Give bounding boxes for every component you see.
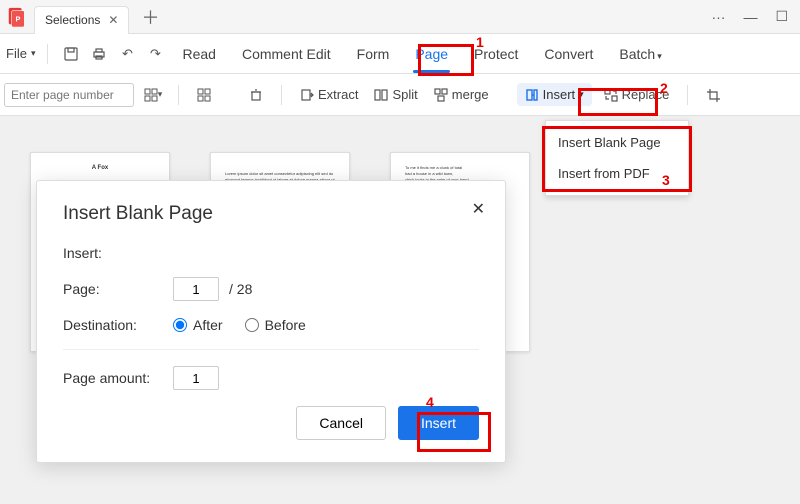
after-label: After: [193, 317, 223, 333]
annotation-label-1: 1: [476, 34, 484, 50]
thumb-title: A Fox: [45, 165, 155, 171]
radio-after-input[interactable]: [173, 318, 187, 332]
dialog-close-icon[interactable]: ✕: [472, 199, 485, 219]
dialog-title: Insert Blank Page: [63, 203, 479, 225]
save-icon[interactable]: [60, 43, 82, 65]
menu-bar: File▾ ↶ ↷ Read Comment Edit Form Page Pr…: [0, 34, 800, 74]
radio-after[interactable]: After: [173, 317, 223, 333]
maximize-icon[interactable]: ☐: [775, 8, 788, 25]
tab-label: Selections: [45, 13, 100, 27]
menu-comment-edit[interactable]: Comment Edit: [232, 42, 341, 66]
tab-selections[interactable]: Selections ✕: [34, 6, 129, 34]
before-label: Before: [265, 317, 306, 333]
grid-icon[interactable]: [193, 84, 215, 106]
split-button[interactable]: Split: [370, 85, 421, 104]
extract-button[interactable]: Extract: [296, 85, 362, 104]
batch-label: Batch: [619, 46, 655, 62]
page-toolbar: ▾ Extract Split merge Insert▾ Replace: [0, 74, 800, 116]
menu-protect[interactable]: Protect: [464, 42, 528, 66]
work-area: A Fox Lorem ipsum dolor sit amet consect…: [0, 116, 800, 504]
redo-icon[interactable]: ↷: [144, 43, 166, 65]
divider: [63, 349, 479, 350]
merge-label: merge: [452, 87, 489, 102]
annotation-label-3: 3: [662, 172, 670, 188]
separator: [178, 85, 179, 105]
undo-icon[interactable]: ↶: [116, 43, 138, 65]
insert-confirm-button[interactable]: Insert: [398, 406, 479, 440]
window-controls: ··· — ☐: [711, 8, 788, 25]
insert-blank-page-dialog: Insert Blank Page ✕ Insert: Page: / 28 D…: [36, 180, 506, 463]
svg-text:P: P: [15, 14, 20, 23]
amount-input[interactable]: [173, 366, 219, 390]
page-number-input[interactable]: [4, 83, 134, 107]
annotation-label-4: 4: [426, 394, 434, 410]
split-label: Split: [392, 87, 417, 102]
separator: [687, 85, 688, 105]
page-total: / 28: [229, 281, 252, 297]
more-icon[interactable]: ···: [711, 9, 725, 25]
delete-icon[interactable]: [245, 84, 267, 106]
print-icon[interactable]: [88, 43, 110, 65]
page-label: Page:: [63, 281, 173, 297]
cancel-button[interactable]: Cancel: [296, 406, 386, 440]
menu-read[interactable]: Read: [172, 42, 225, 66]
menu-page[interactable]: Page: [405, 42, 458, 66]
dropdown-insert-blank[interactable]: Insert Blank Page: [546, 127, 688, 158]
menu-form[interactable]: Form: [347, 42, 400, 66]
amount-label: Page amount:: [63, 370, 173, 386]
radio-before-input[interactable]: [245, 318, 259, 332]
close-tab-icon[interactable]: ✕: [108, 13, 118, 27]
separator: [47, 44, 48, 64]
insert-label: Insert:: [63, 245, 173, 261]
annotation-label-2: 2: [660, 80, 668, 96]
insert-label: Insert: [543, 87, 576, 102]
app-icon: P: [6, 6, 28, 28]
page-input[interactable]: [173, 277, 219, 301]
file-menu[interactable]: File▾: [6, 46, 35, 61]
separator: [281, 85, 282, 105]
thumbnail-view-icon[interactable]: ▾: [142, 84, 164, 106]
crop-icon[interactable]: [702, 84, 724, 106]
merge-button[interactable]: merge: [430, 85, 493, 104]
destination-label: Destination:: [63, 317, 173, 333]
insert-button[interactable]: Insert▾: [517, 83, 592, 106]
title-bar: P Selections ✕ ＋ ··· — ☐: [0, 0, 800, 34]
extract-label: Extract: [318, 87, 358, 102]
new-tab-button[interactable]: ＋: [141, 4, 159, 30]
menu-convert[interactable]: Convert: [534, 42, 603, 66]
menu-batch[interactable]: Batch▾: [609, 42, 671, 66]
file-label: File: [6, 46, 27, 61]
minimize-icon[interactable]: —: [743, 9, 757, 25]
radio-before[interactable]: Before: [245, 317, 306, 333]
